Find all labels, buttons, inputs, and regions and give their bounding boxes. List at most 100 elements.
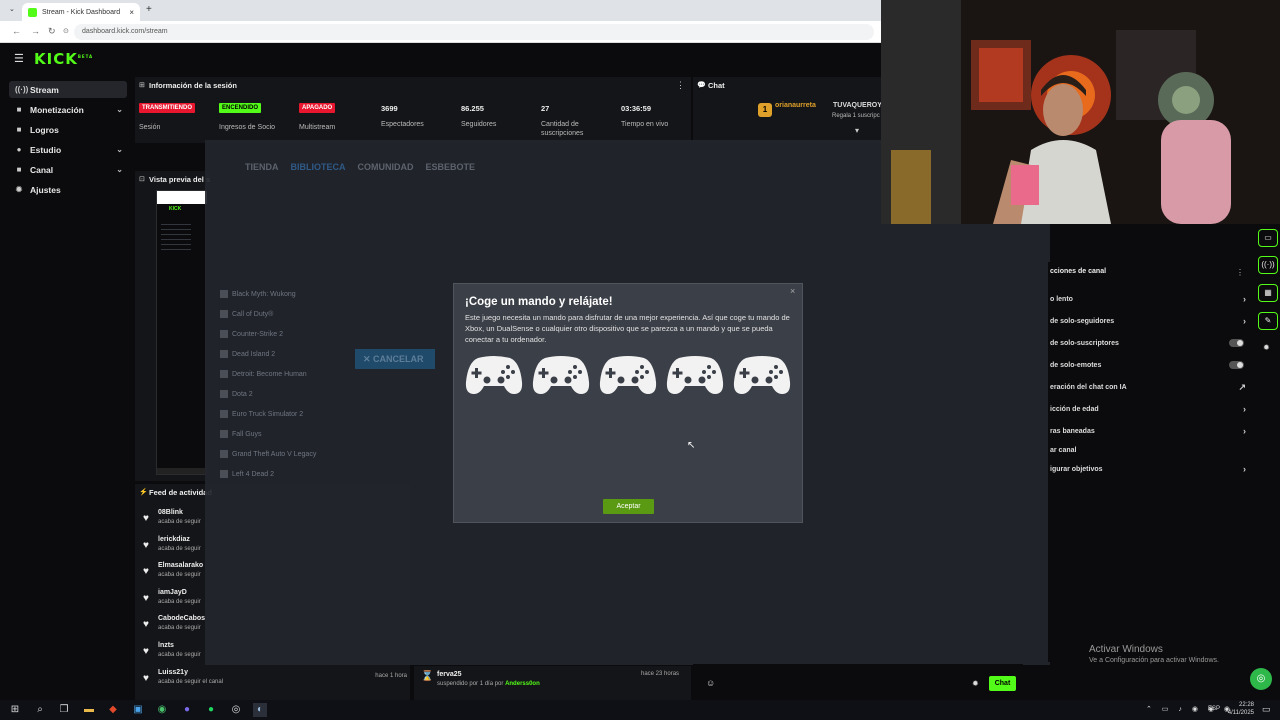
spotify-icon[interactable]: ●: [204, 703, 218, 717]
site-info-icon[interactable]: ⊙: [63, 27, 69, 35]
chevron-right-icon[interactable]: ›: [1243, 404, 1246, 414]
chat-setting-row[interactable]: ar canal: [1050, 444, 1246, 456]
feed-user[interactable]: CabodeCabos: [158, 615, 205, 622]
new-tab-button[interactable]: +: [146, 4, 152, 15]
feed-user[interactable]: iamJayD: [158, 589, 187, 596]
sidebar-item-3[interactable]: ● Estudio ⌄: [9, 141, 127, 158]
settings-menu-icon[interactable]: ⋮: [1236, 268, 1244, 277]
rail-tool-icon[interactable]: ✎: [1258, 312, 1278, 330]
game-list-item[interactable]: Dead Island 2: [220, 350, 275, 358]
money-icon: ■: [16, 105, 22, 114]
chat-setting-row[interactable]: eración del chat con IA ↗: [1050, 381, 1246, 393]
game-list-item[interactable]: Call of Duty®: [220, 310, 273, 318]
game-list-item[interactable]: Detroit: Become Human: [220, 370, 307, 378]
chat-setting-row[interactable]: o lento ›: [1050, 293, 1246, 305]
file-explorer-icon[interactable]: ▬: [82, 703, 96, 717]
task-view-icon[interactable]: ❐: [57, 703, 71, 717]
stat-label: Cantidad de suscripciones: [541, 121, 584, 137]
url-input[interactable]: dashboard.kick.com/stream: [74, 24, 874, 40]
mod-event-user[interactable]: ferva25: [437, 671, 462, 678]
stream-preview-video[interactable]: KICK: [156, 190, 207, 475]
pinned-user-2[interactable]: TUVAQUEROY: [833, 102, 882, 109]
emote-icon[interactable]: ☺: [706, 678, 715, 688]
game-list-item[interactable]: Grand Theft Auto V Legacy: [220, 450, 316, 458]
feed-user[interactable]: lnzts: [158, 642, 174, 649]
launcher-tab-profile[interactable]: ESBEBOTE: [426, 162, 476, 172]
game-icon: [220, 410, 228, 418]
obs-icon[interactable]: ◎: [229, 703, 243, 717]
close-tab-icon[interactable]: ×: [129, 8, 134, 17]
browser-tab[interactable]: Stream - Kick Dashboard ×: [22, 3, 140, 21]
chat-setting-row[interactable]: icción de edad ›: [1050, 403, 1246, 415]
launcher-tab-library[interactable]: BIBLIOTECA: [291, 162, 346, 172]
chat-setting-row[interactable]: de solo-suscriptores: [1050, 337, 1246, 349]
feed-user[interactable]: lerickdiaz: [158, 536, 190, 543]
feed-user[interactable]: Luiss21y: [158, 669, 188, 676]
chat-setting-row[interactable]: ras baneadas ›: [1050, 425, 1246, 437]
sidebar-item-4[interactable]: ■ Canal ⌄: [9, 161, 127, 178]
game-list-item[interactable]: Dota 2: [220, 390, 253, 398]
feed-user[interactable]: 08Blink: [158, 509, 183, 516]
rail-stream-icon[interactable]: ((·)): [1258, 256, 1278, 274]
session-menu-icon[interactable]: ⋮: [676, 80, 685, 91]
launcher-tab-store[interactable]: TIENDA: [245, 162, 279, 172]
back-icon[interactable]: ←: [12, 26, 21, 36]
tab-list-dropdown[interactable]: ⌄: [9, 5, 15, 13]
brave-icon[interactable]: ◆: [106, 703, 120, 717]
close-dialog-icon[interactable]: ×: [790, 286, 795, 296]
rail-calendar-icon[interactable]: ▦: [1258, 284, 1278, 302]
pinned-user[interactable]: orianaurreta: [775, 102, 816, 109]
list-item[interactable]: ♥ Luiss21y acaba de seguir el canal hace 1 …: [141, 668, 411, 695]
chrome-icon[interactable]: ◉: [155, 703, 169, 717]
support-chat-icon[interactable]: ◎: [1250, 668, 1272, 690]
reload-icon[interactable]: ↻: [48, 26, 56, 37]
game-title: Detroit: Become Human: [232, 370, 307, 378]
chat-setting-row[interactable]: igurar objetivos ›: [1050, 463, 1246, 475]
toggle-switch[interactable]: [1229, 361, 1244, 369]
game-list-item[interactable]: Euro Truck Simulator 2: [220, 410, 303, 418]
tray-icons[interactable]: ⌃ ▭ ♪ ◉ ◉ ◉: [1146, 705, 1234, 713]
launcher-cancel-button[interactable]: ✕ CANCELAR: [355, 349, 435, 369]
chat-settings-gear-icon[interactable]: ✹: [972, 679, 979, 688]
game-list-item[interactable]: Black Myth: Wukong: [220, 290, 296, 298]
accept-button[interactable]: Aceptar: [603, 499, 654, 514]
chat-setting-label: igurar objetivos: [1050, 465, 1103, 473]
steam-icon[interactable]: ◐: [253, 703, 267, 717]
feed-user[interactable]: Elmasalarako: [158, 562, 203, 569]
clock-date[interactable]: 4/11/2025: [1222, 710, 1254, 716]
launcher-tab-community[interactable]: COMUNIDAD: [358, 162, 414, 172]
rail-chat-icon[interactable]: ▭: [1258, 229, 1278, 247]
kick-logo[interactable]: KICKBETA: [34, 50, 93, 68]
chevron-down-icon[interactable]: ⌄: [116, 165, 123, 174]
feed-action: acaba de seguir: [158, 652, 201, 658]
forward-icon[interactable]: →: [31, 26, 40, 36]
chevron-right-icon[interactable]: ›: [1243, 426, 1246, 436]
start-icon[interactable]: ⊞: [8, 703, 22, 717]
external-link-icon[interactable]: ↗: [1238, 382, 1246, 393]
store-icon[interactable]: ▣: [131, 703, 145, 717]
chevron-right-icon[interactable]: ›: [1243, 316, 1246, 326]
chevron-down-icon[interactable]: ⌄: [116, 145, 123, 154]
game-list-item[interactable]: Fall Guys: [220, 430, 262, 438]
game-list-item[interactable]: Counter-Strike 2: [220, 330, 283, 338]
menu-icon[interactable]: ☰: [14, 52, 24, 65]
sidebar-item-2[interactable]: ■ Logros: [9, 121, 127, 138]
chevron-right-icon[interactable]: ›: [1243, 464, 1246, 474]
chat-setting-row[interactable]: de solo-emotes: [1050, 359, 1246, 371]
sidebar-item-5[interactable]: ✹ Ajustes: [9, 181, 127, 198]
rail-settings-icon[interactable]: ✹: [1263, 343, 1270, 352]
chevron-right-icon[interactable]: ›: [1243, 294, 1246, 304]
toggle-switch[interactable]: [1229, 339, 1244, 347]
clock-time[interactable]: 22:28: [1226, 702, 1254, 708]
sidebar-item-1[interactable]: ■ Monetización ⌄: [9, 101, 127, 118]
send-chat-button[interactable]: Chat: [989, 676, 1016, 691]
notifications-icon[interactable]: ▭: [1262, 704, 1271, 715]
chat-setting-row[interactable]: de solo-seguidores ›: [1050, 315, 1246, 327]
expand-pinned-icon[interactable]: ▾: [855, 126, 859, 135]
sidebar-item-0[interactable]: ((·)) Stream: [9, 81, 127, 98]
game-list-item[interactable]: Left 4 Dead 2: [220, 470, 274, 478]
search-icon[interactable]: ⌕: [33, 703, 47, 717]
discord-icon[interactable]: ●: [180, 703, 194, 717]
language-indicator[interactable]: ESP: [1208, 706, 1220, 712]
chevron-down-icon[interactable]: ⌄: [116, 105, 123, 114]
